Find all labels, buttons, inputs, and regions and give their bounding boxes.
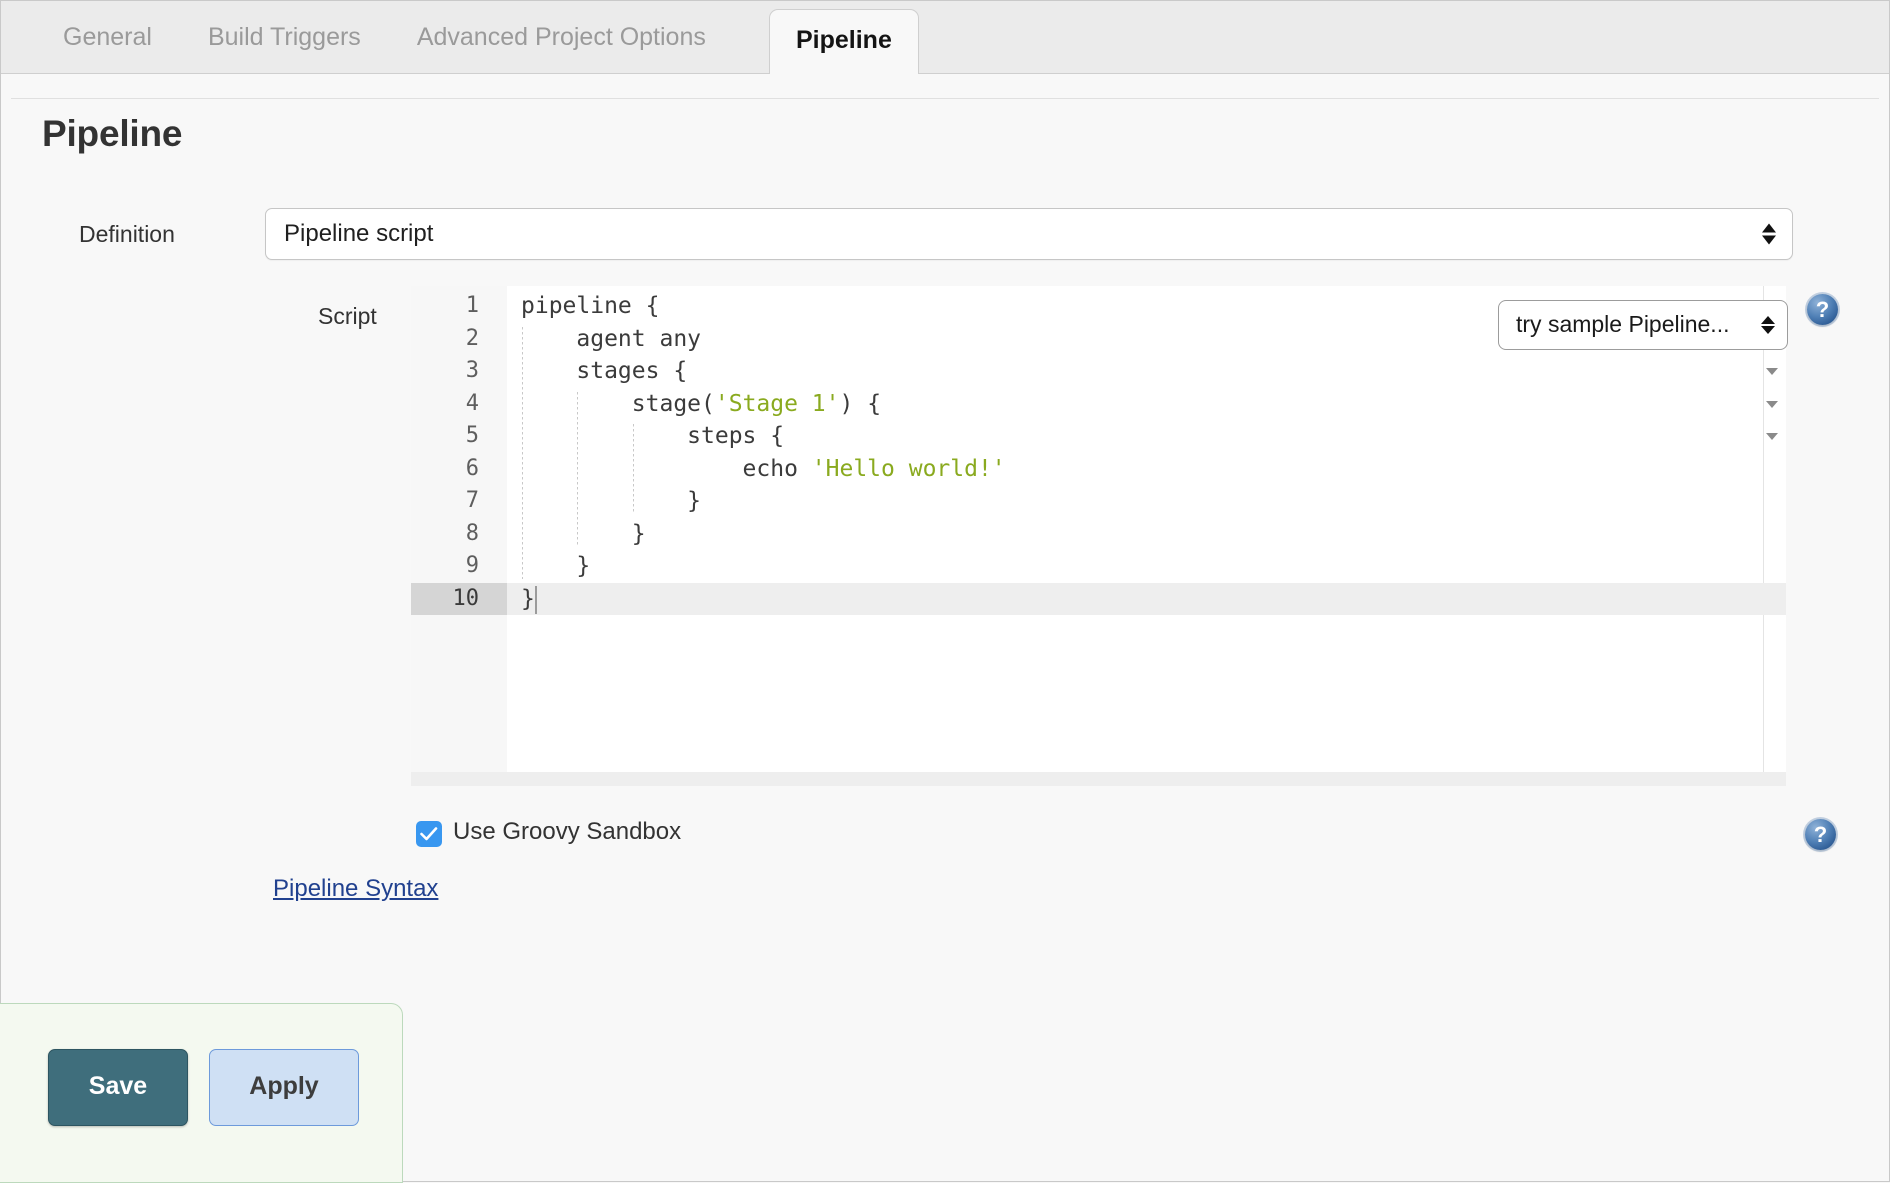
code-line[interactable]: 9 } xyxy=(411,550,1786,583)
apply-button[interactable]: Apply xyxy=(209,1049,359,1126)
code-line[interactable]: 3 stages { xyxy=(411,355,1786,388)
sample-pipeline-select-value: try sample Pipeline... xyxy=(1516,311,1729,338)
help-icon-sandbox[interactable] xyxy=(1805,819,1836,850)
use-groovy-sandbox-label[interactable]: Use Groovy Sandbox xyxy=(453,818,681,846)
line-number: 9 xyxy=(411,550,507,583)
header-divider xyxy=(11,98,1879,99)
tab-bar: General Build Triggers Advanced Project … xyxy=(1,1,1889,74)
form-actions-bar: Save Apply xyxy=(0,1003,403,1183)
tab-general[interactable]: General xyxy=(35,1,180,74)
tab-advanced-project-options[interactable]: Advanced Project Options xyxy=(389,1,734,74)
line-number: 5 xyxy=(411,420,507,453)
code-text: } xyxy=(521,550,590,583)
save-button[interactable]: Save xyxy=(48,1049,188,1126)
code-text: } xyxy=(521,485,701,518)
code-line[interactable]: 4 stage('Stage 1') { xyxy=(411,388,1786,421)
line-number: 7 xyxy=(411,485,507,518)
tab-list: General Build Triggers Advanced Project … xyxy=(1,1,734,74)
code-text: pipeline { xyxy=(521,290,659,323)
check-icon xyxy=(420,826,438,842)
tab-pipeline[interactable]: Pipeline xyxy=(769,9,919,74)
definition-label: Definition xyxy=(79,221,175,248)
line-number: 10 xyxy=(411,583,507,616)
line-number: 1 xyxy=(411,290,507,323)
script-editor[interactable]: 1pipeline {2 agent any3 stages {4 stage(… xyxy=(411,286,1786,786)
code-line[interactable]: 8 } xyxy=(411,518,1786,551)
fold-arrow-icon[interactable] xyxy=(1766,401,1778,408)
code-line[interactable]: 10} xyxy=(411,583,1786,616)
code-text: echo 'Hello world!' xyxy=(521,453,1006,486)
code-line[interactable]: 7 } xyxy=(411,485,1786,518)
code-line[interactable]: 5 steps { xyxy=(411,420,1786,453)
pipeline-syntax-link[interactable]: Pipeline Syntax xyxy=(273,875,438,903)
fold-arrow-icon[interactable] xyxy=(1766,368,1778,375)
code-text: stage('Stage 1') { xyxy=(521,388,881,421)
code-text: } xyxy=(521,583,535,616)
line-number: 4 xyxy=(411,388,507,421)
use-groovy-sandbox-checkbox[interactable] xyxy=(416,821,442,847)
line-number: 2 xyxy=(411,323,507,356)
page-title: Pipeline xyxy=(42,113,182,155)
definition-select-value: Pipeline script xyxy=(284,220,433,248)
text-cursor xyxy=(535,586,537,614)
chevron-updown-icon xyxy=(1761,316,1775,334)
indent-guide xyxy=(522,327,523,579)
code-text: stages { xyxy=(521,355,687,388)
script-label: Script xyxy=(318,303,377,330)
line-number: 8 xyxy=(411,518,507,551)
chevron-updown-icon xyxy=(1762,224,1776,245)
code-text: agent any xyxy=(521,323,701,356)
sample-pipeline-select[interactable]: try sample Pipeline... xyxy=(1498,300,1788,350)
line-number: 3 xyxy=(411,355,507,388)
indent-guide xyxy=(633,424,634,514)
editor-bottom-bar xyxy=(411,772,1786,786)
tab-build-triggers[interactable]: Build Triggers xyxy=(180,1,389,74)
code-text: } xyxy=(521,518,646,551)
code-line[interactable]: 6 echo 'Hello world!' xyxy=(411,453,1786,486)
indent-guide xyxy=(577,392,578,547)
definition-select[interactable]: Pipeline script xyxy=(265,208,1793,260)
line-number: 6 xyxy=(411,453,507,486)
help-icon-script[interactable] xyxy=(1807,294,1838,325)
fold-arrow-icon[interactable] xyxy=(1766,433,1778,440)
code-text: steps { xyxy=(521,420,784,453)
